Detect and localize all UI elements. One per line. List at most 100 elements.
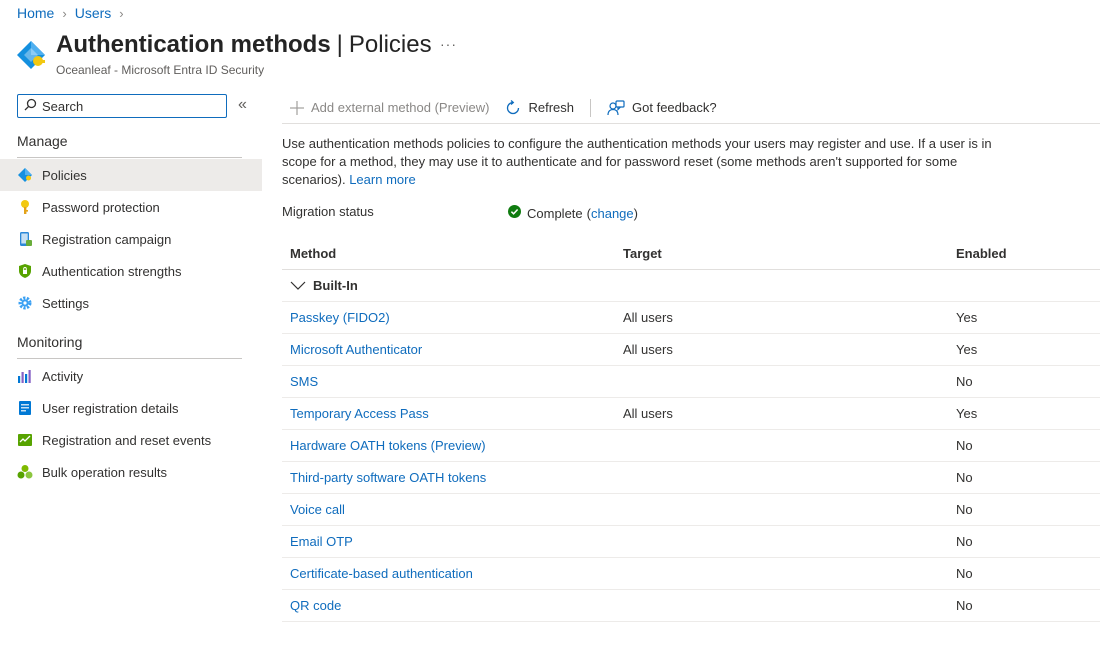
sidebar-item-registration-campaign[interactable]: Registration campaign bbox=[0, 223, 262, 255]
collapse-sidebar-icon[interactable]: « bbox=[238, 96, 247, 114]
target-cell: All users bbox=[623, 406, 673, 421]
enabled-cell: No bbox=[956, 374, 973, 389]
success-check-icon bbox=[508, 205, 521, 221]
sidebar-item-label: Password protection bbox=[42, 199, 160, 215]
breadcrumb-separator: › bbox=[62, 5, 67, 21]
target-cell: All users bbox=[623, 310, 673, 325]
method-link[interactable]: Voice call bbox=[282, 502, 615, 517]
enabled-cell: Yes bbox=[956, 342, 978, 357]
chevron-down-icon[interactable] bbox=[290, 281, 306, 291]
table-row: Email OTP No bbox=[282, 526, 1100, 558]
sidebar-item-registration-reset-events[interactable]: Registration and reset events bbox=[0, 424, 262, 456]
migration-status: Complete (change) bbox=[508, 205, 638, 221]
refresh-button[interactable]: Refresh bbox=[505, 99, 575, 116]
page-title-separator: | bbox=[336, 31, 343, 58]
page-title: Authentication methods | Policies bbox=[56, 31, 432, 59]
group-row-built-in[interactable]: Built-In bbox=[282, 270, 1100, 302]
breadcrumb-home-link[interactable]: Home bbox=[17, 5, 54, 21]
migration-status-label: Migration status bbox=[282, 204, 374, 219]
enabled-cell: Yes bbox=[956, 310, 978, 325]
bulk-results-icon bbox=[17, 464, 33, 480]
sidebar-item-label: Bulk operation results bbox=[42, 464, 168, 480]
monitoring-section-title: Monitoring bbox=[17, 334, 83, 350]
sidebar-item-bulk-operation-results[interactable]: Bulk operation results bbox=[0, 456, 262, 488]
section-divider bbox=[17, 358, 242, 359]
command-bar: Add external method (Preview) Refresh Go… bbox=[282, 92, 1100, 124]
column-header-method[interactable]: Method bbox=[282, 246, 615, 261]
target-cell: All users bbox=[623, 342, 673, 357]
sidebar-item-user-registration-details[interactable]: User registration details bbox=[0, 392, 262, 424]
search-input[interactable]: Search bbox=[17, 94, 227, 118]
phone-icon bbox=[17, 231, 33, 247]
column-header-target[interactable]: Target bbox=[615, 246, 948, 261]
enabled-cell: Yes bbox=[956, 406, 978, 421]
sidebar-item-policies[interactable]: Policies bbox=[0, 159, 262, 191]
close-paren: ) bbox=[633, 205, 638, 221]
add-external-method-button[interactable]: Add external method (Preview) bbox=[290, 100, 489, 115]
table-row: Certificate-based authentication No bbox=[282, 558, 1100, 590]
shield-icon bbox=[17, 263, 33, 279]
column-header-enabled[interactable]: Enabled bbox=[948, 246, 1100, 261]
sidebar-item-settings[interactable]: Settings bbox=[0, 287, 262, 319]
enabled-cell: No bbox=[956, 438, 973, 453]
migration-status-value: Complete bbox=[527, 205, 583, 221]
table-row: QR code No bbox=[282, 590, 1100, 622]
search-icon bbox=[24, 98, 42, 114]
table-row: Passkey (FIDO2) All users Yes bbox=[282, 302, 1100, 334]
table-row: Temporary Access Pass All users Yes bbox=[282, 398, 1100, 430]
search-placeholder: Search bbox=[42, 98, 84, 114]
manage-section-title: Manage bbox=[17, 133, 68, 149]
table-row: Hardware OATH tokens (Preview) No bbox=[282, 430, 1100, 462]
sidebar-item-label: Authentication strengths bbox=[42, 263, 182, 279]
method-link[interactable]: QR code bbox=[282, 598, 615, 613]
method-link[interactable]: Certificate-based authentication bbox=[282, 566, 615, 581]
sidebar-item-label: User registration details bbox=[42, 400, 179, 416]
policy-description: Use authentication methods policies to c… bbox=[282, 135, 1002, 189]
method-link[interactable]: Hardware OATH tokens (Preview) bbox=[282, 438, 615, 453]
enabled-cell: No bbox=[956, 502, 973, 517]
section-divider bbox=[17, 157, 242, 158]
enabled-cell: No bbox=[956, 598, 973, 613]
sidebar-item-authentication-strengths[interactable]: Authentication strengths bbox=[0, 255, 262, 287]
key-icon bbox=[17, 199, 33, 215]
table-row: SMS No bbox=[282, 366, 1100, 398]
feedback-label: Got feedback? bbox=[632, 100, 717, 115]
learn-more-link[interactable]: Learn more bbox=[349, 172, 415, 187]
method-link[interactable]: SMS bbox=[282, 374, 615, 389]
sidebar-item-label: Registration campaign bbox=[42, 231, 172, 247]
gear-icon bbox=[17, 295, 33, 311]
refresh-icon bbox=[505, 99, 521, 116]
sidebar-item-activity[interactable]: Activity bbox=[0, 360, 262, 392]
sidebar-item-label: Policies bbox=[42, 167, 87, 183]
method-link[interactable]: Microsoft Authenticator bbox=[282, 342, 615, 357]
breadcrumb: Home › Users › bbox=[17, 5, 132, 21]
sidebar-item-label: Activity bbox=[42, 368, 84, 384]
method-link[interactable]: Passkey (FIDO2) bbox=[282, 310, 615, 325]
plus-icon bbox=[290, 100, 304, 115]
table-row: Microsoft Authenticator All users Yes bbox=[282, 334, 1100, 366]
add-external-method-label: Add external method (Preview) bbox=[311, 100, 490, 115]
change-migration-link[interactable]: change bbox=[591, 206, 634, 221]
activity-chart-icon bbox=[17, 368, 33, 384]
methods-table: Method Target Enabled Built-In Passkey (… bbox=[282, 238, 1100, 622]
feedback-icon bbox=[607, 99, 625, 116]
authentication-methods-icon bbox=[16, 40, 46, 70]
enabled-cell: No bbox=[956, 566, 973, 581]
user-details-icon bbox=[17, 400, 33, 416]
method-link[interactable]: Temporary Access Pass bbox=[282, 406, 615, 421]
breadcrumb-users-link[interactable]: Users bbox=[75, 5, 112, 21]
table-header: Method Target Enabled bbox=[282, 238, 1100, 270]
feedback-button[interactable]: Got feedback? bbox=[607, 99, 717, 116]
sidebar-item-label: Registration and reset events bbox=[42, 432, 212, 448]
sidebar-item-password-protection[interactable]: Password protection bbox=[0, 191, 262, 223]
method-link[interactable]: Third-party software OATH tokens bbox=[282, 470, 615, 485]
page-title-main: Authentication methods bbox=[56, 31, 331, 58]
enabled-cell: No bbox=[956, 470, 973, 485]
page-subtitle: Oceanleaf - Microsoft Entra ID Security bbox=[56, 63, 265, 77]
more-options-icon[interactable]: ··· bbox=[440, 36, 457, 52]
group-label: Built-In bbox=[313, 278, 358, 293]
refresh-label: Refresh bbox=[528, 100, 575, 115]
table-row: Third-party software OATH tokens No bbox=[282, 462, 1100, 494]
sidebar-item-label: Settings bbox=[42, 295, 89, 311]
method-link[interactable]: Email OTP bbox=[282, 534, 615, 549]
